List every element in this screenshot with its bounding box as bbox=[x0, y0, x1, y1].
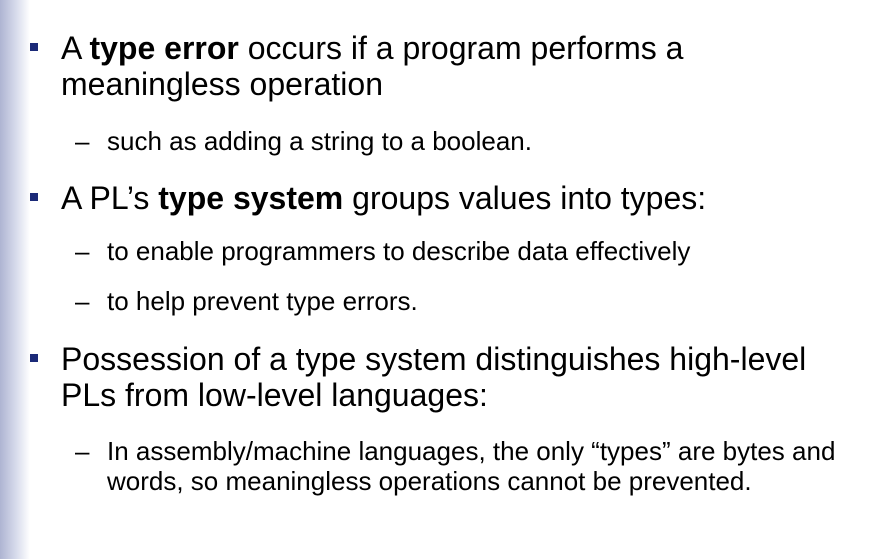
bold-term: type system bbox=[158, 180, 344, 216]
dash-icon: – bbox=[75, 286, 90, 316]
slide-content: A type error occurs if a program perform… bbox=[0, 0, 871, 559]
sub-bullet-text: to help prevent type errors. bbox=[107, 286, 418, 316]
sub-bullet-text: to enable programmers to describe data e… bbox=[107, 236, 691, 266]
bullet-square-icon bbox=[30, 354, 38, 362]
bullet-square-icon bbox=[30, 193, 38, 201]
bullet-text: A type error occurs if a program perform… bbox=[61, 30, 684, 102]
dash-icon: – bbox=[75, 126, 90, 156]
bullet-square-icon bbox=[30, 43, 38, 51]
bullet-text: A PL’s type system groups values into ty… bbox=[61, 180, 707, 216]
dash-icon: – bbox=[75, 236, 90, 266]
sub-bullet-text: In assembly/machine languages, the only … bbox=[107, 436, 836, 496]
bold-term: type error bbox=[89, 30, 239, 66]
sub-bullet-text: such as adding a string to a boolean. bbox=[107, 126, 532, 156]
dash-icon: – bbox=[75, 436, 90, 466]
bullet-text: Possession of a type system distinguishe… bbox=[61, 341, 807, 413]
